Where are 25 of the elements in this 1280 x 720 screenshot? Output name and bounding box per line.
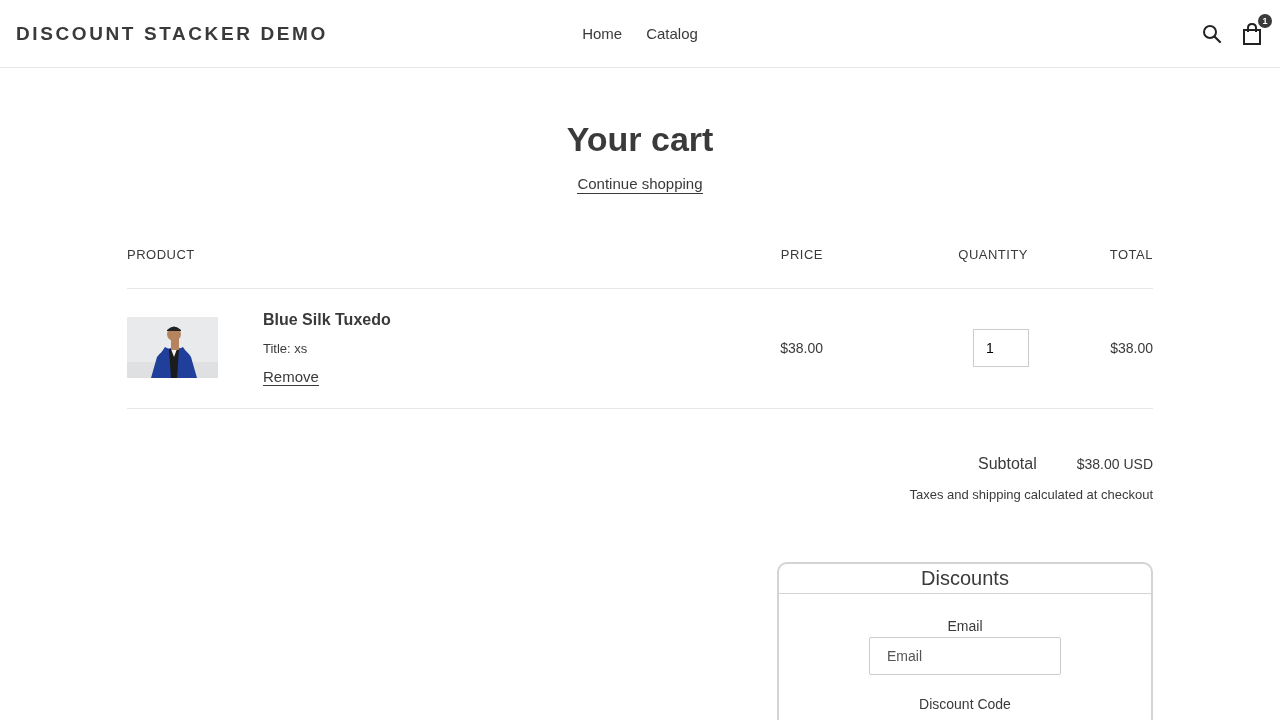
store-logo[interactable]: DISCOUNT STACKER DEMO [16,22,583,45]
column-header: QUANTITY [957,246,1028,264]
column-header: TOTAL [1108,246,1153,264]
nav-link[interactable]: Home [582,25,623,42]
product-name[interactable]: Blue Silk Tuxedo [263,311,723,329]
quantity-field[interactable]: 1 [973,328,1029,367]
shopping-bag-icon[interactable] [1240,21,1264,46]
field-label: Email [947,618,983,634]
remove-link[interactable]: Remove [263,368,319,386]
nav-link[interactable]: Catalog [646,25,698,42]
column-header: PRICE [779,246,823,264]
continue-shopping-link[interactable]: Continue shopping [577,175,703,194]
cart-count-badge: 1 [1258,13,1272,28]
field-label: Discount Code [919,697,1011,713]
search-icon[interactable] [1202,23,1222,44]
subtotal-label: Subtotal [978,455,1037,473]
column-header: PRODUCT [127,246,196,264]
product-variant: Title: xs [263,341,309,356]
total-cell-text: $38.00 [1109,339,1153,356]
email-field[interactable]: Email [869,637,1061,675]
price-cell-text: $38.00 [779,339,823,356]
checkout-note: Taxes and shipping calculated at checkout [908,487,1153,502]
subtotal-value: $38.00 USD [1076,456,1153,472]
panel-title: Discounts [779,564,1151,594]
page-title: Your cart [565,120,715,159]
